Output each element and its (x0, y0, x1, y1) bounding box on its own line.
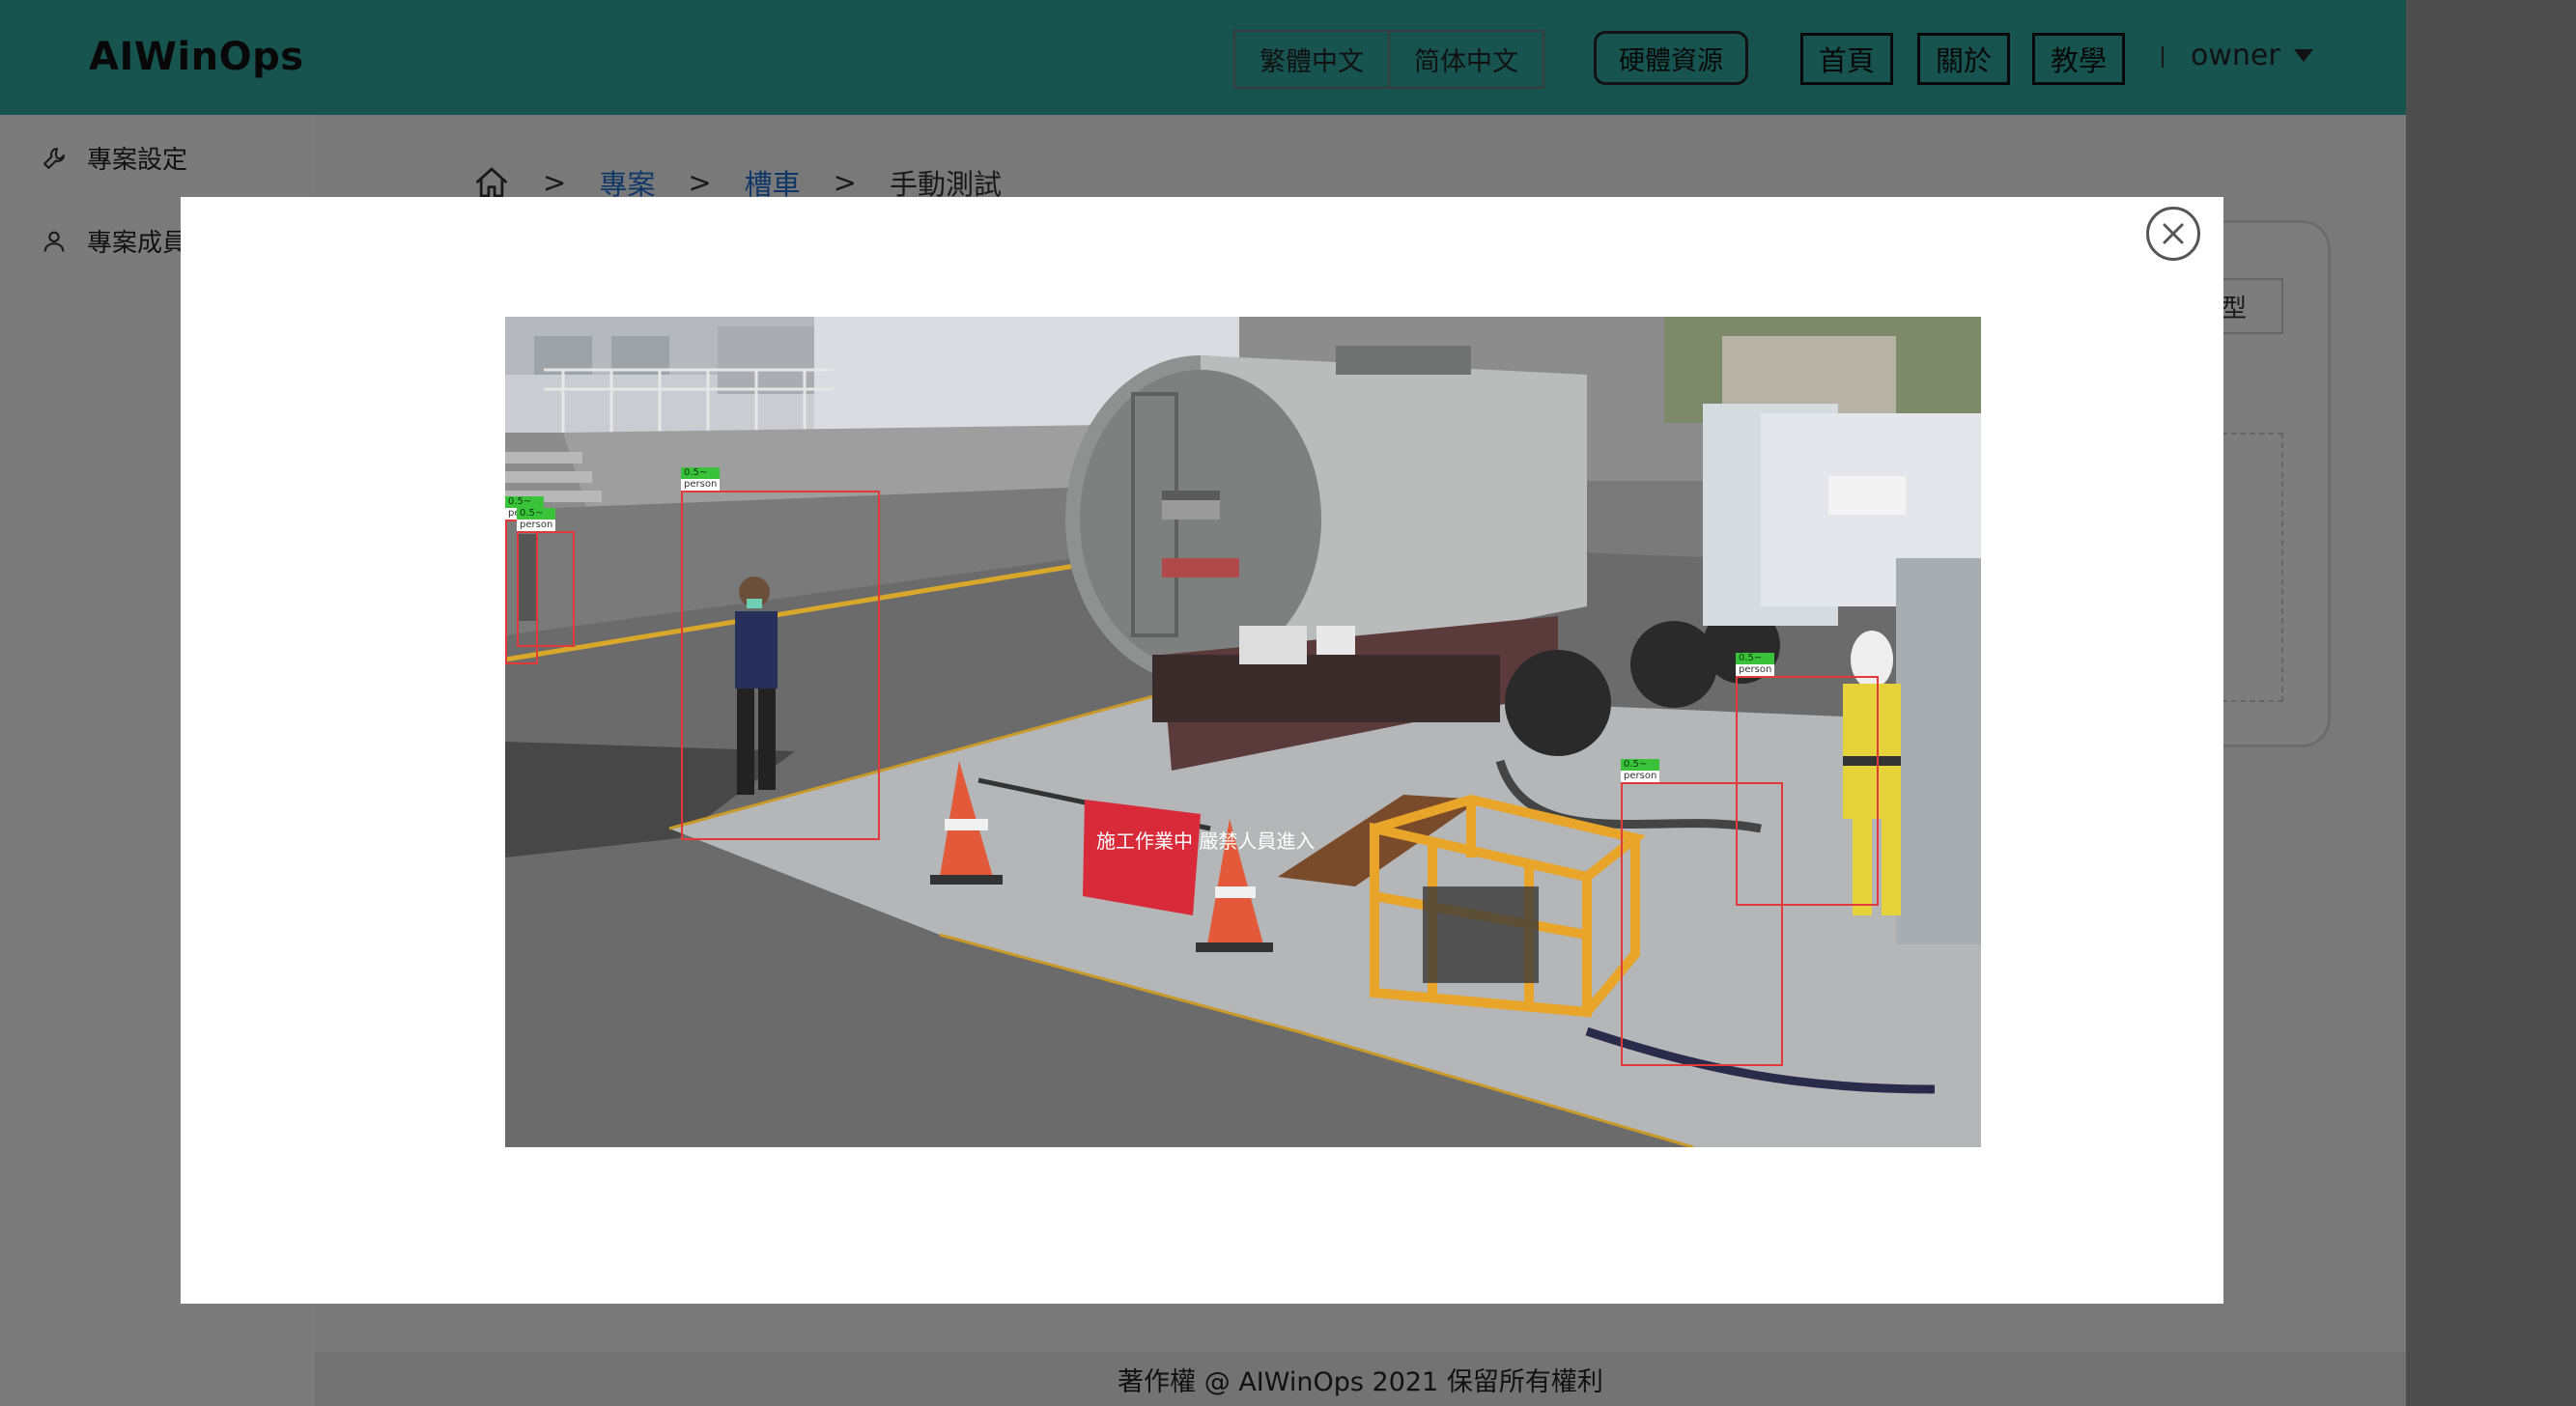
detection-tag: 0.5~ person (517, 508, 556, 531)
detection-confidence: 0.5~ (1736, 653, 1775, 664)
detection-confidence: 0.5~ (505, 496, 545, 508)
detection-label: person (681, 479, 721, 491)
detection-tag: 0.5~ person (681, 467, 721, 491)
sign-text: 施工作業中 嚴禁人員進入 (1096, 830, 1315, 853)
detection-box[interactable]: 0.5~ person (1621, 759, 1783, 1066)
detection-tag: 0.5~ person (1621, 759, 1660, 782)
close-icon (2163, 223, 2184, 244)
inference-result-image: 施工作業中 嚴禁人員進入 0.5~ person 0.5~ person 0.5… (505, 317, 1981, 1147)
detection-box[interactable]: 0.5~ person (517, 508, 575, 647)
detection-label: person (1621, 771, 1660, 782)
detection-label: person (517, 520, 556, 531)
detection-box[interactable]: 0.5~ person (681, 467, 880, 840)
detection-label: person (1736, 664, 1775, 676)
detection-confidence: 0.5~ (517, 508, 556, 520)
close-button[interactable] (2146, 207, 2200, 261)
detection-tag: 0.5~ person (1736, 653, 1775, 676)
detection-confidence: 0.5~ (1621, 759, 1660, 771)
detection-confidence: 0.5~ (681, 467, 721, 479)
